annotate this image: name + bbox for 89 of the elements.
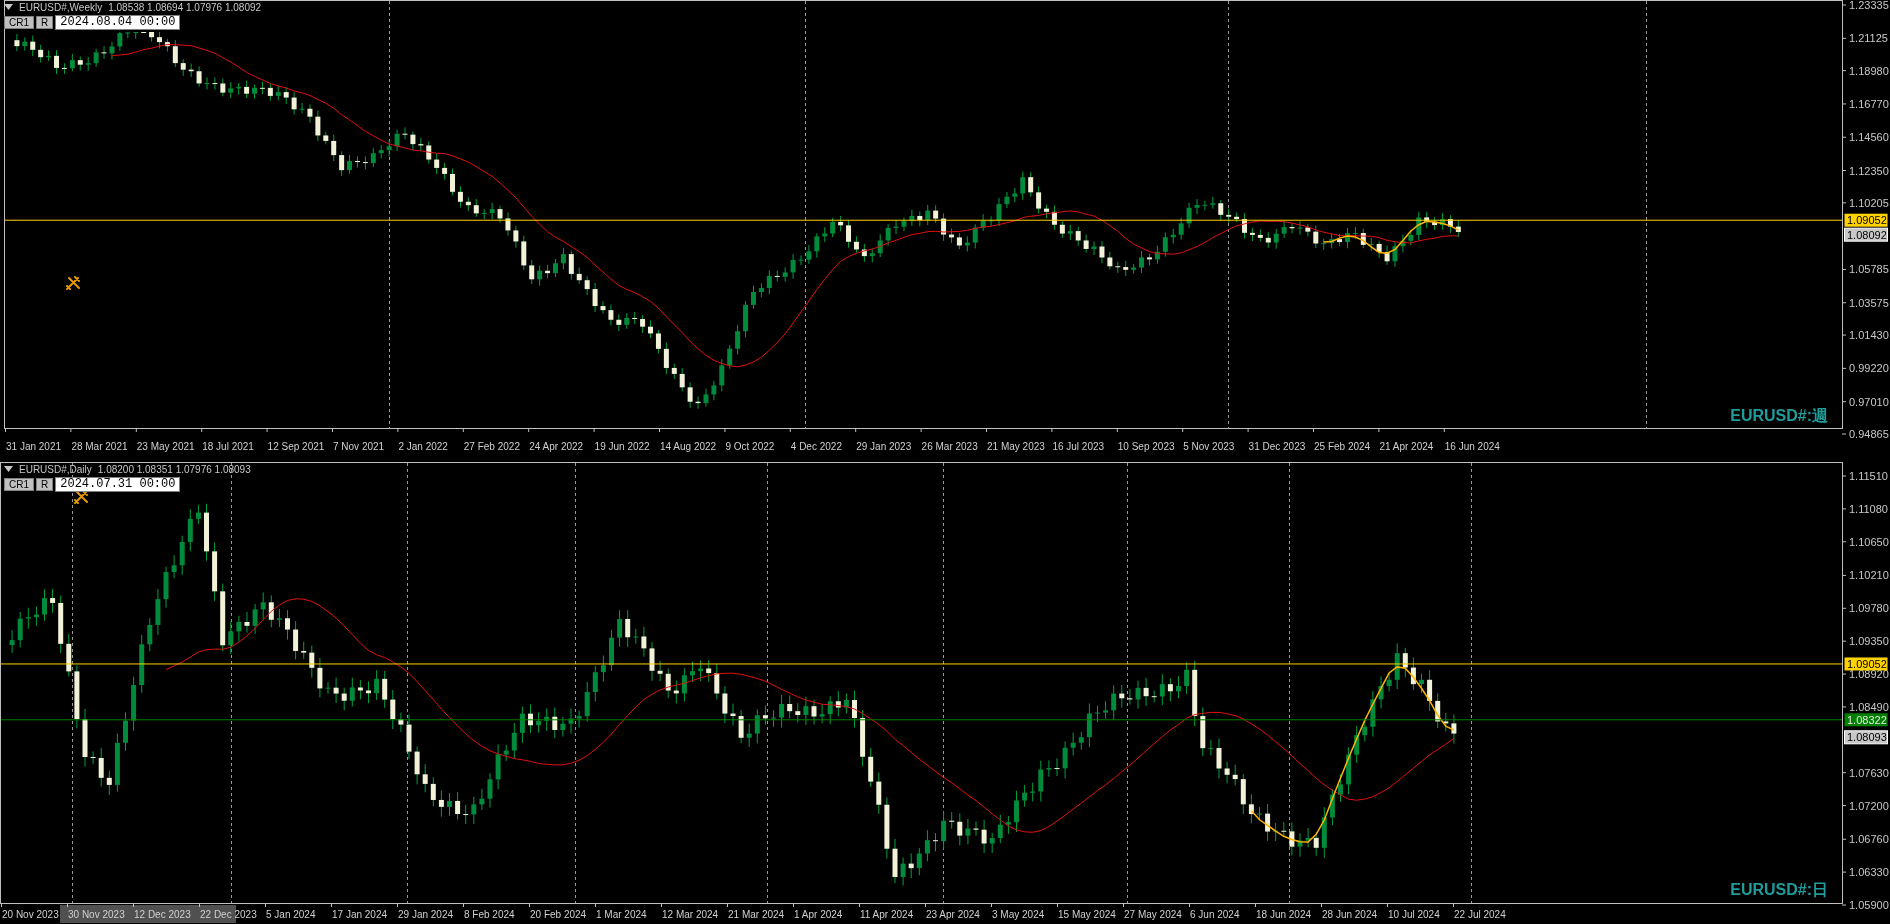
date-label: 8 Feb 2024 — [464, 909, 515, 920]
date-label: 22 Jul 2024 — [1454, 909, 1506, 920]
date-label: 23 Apr 2024 — [926, 909, 980, 920]
date-label: 27 Feb 2022 — [463, 441, 520, 452]
date-label: 20 Nov 2023 — [2, 909, 59, 920]
date-label: 25 Feb 2024 — [1314, 441, 1371, 452]
price-label: 1.08490 — [1849, 700, 1889, 713]
price-label: 1.08920 — [1849, 668, 1889, 681]
date-label: 6 Jun 2024 — [1190, 909, 1240, 920]
date-label: 1 Apr 2024 — [794, 909, 843, 920]
price-label: 1.14560 — [1849, 131, 1889, 144]
date-label: 27 May 2024 — [1124, 909, 1182, 920]
price-label: 1.01430 — [1849, 329, 1889, 342]
date-label: 9 Oct 2022 — [725, 441, 775, 452]
price-label: 1.10650 — [1849, 535, 1889, 548]
ohlc-values: 1.08538 1.08694 1.07976 1.08092 — [108, 2, 262, 13]
date-label: 3 May 2024 — [992, 909, 1045, 920]
chart-button[interactable]: R — [36, 16, 54, 29]
price-tag: 1.09052 — [1844, 213, 1888, 227]
price-tag: 1.08092 — [1844, 227, 1888, 242]
price-label: 1.09780 — [1849, 602, 1889, 615]
date-label: 18 Jul 2021 — [202, 441, 254, 452]
price-label: 1.09350 — [1849, 635, 1889, 648]
date-label: 17 Jan 2024 — [332, 909, 388, 920]
date-label: 10 Jul 2024 — [1388, 909, 1440, 920]
price-label: 1.23335 — [1849, 0, 1889, 11]
price-label: 1.05785 — [1849, 263, 1889, 276]
price-label: 1.11510 — [1849, 470, 1888, 482]
price-label: 1.05900 — [1849, 899, 1889, 911]
date-label: 16 Jun 2024 — [1444, 441, 1500, 452]
price-label: 1.12350 — [1849, 164, 1889, 177]
date-label: 12 Dec 2023 — [134, 909, 191, 920]
price-label: 0.99220 — [1849, 362, 1889, 375]
date-label: 21 Mar 2024 — [728, 909, 785, 920]
date-label: 29 Jan 2023 — [856, 441, 912, 452]
ohlc-values: 1.08200 1.08351 1.07976 1.08093 — [97, 464, 251, 475]
date-label: 5 Jan 2024 — [266, 909, 316, 920]
price-tag: 1.08093 — [1844, 730, 1888, 745]
date-label: 22 Dec 2023 — [200, 909, 257, 920]
date-label: 11 Apr 2024 — [860, 909, 914, 920]
symbol-timeframe-label: EURUSD#:日 — [1730, 881, 1828, 898]
date-label: 28 Mar 2021 — [71, 441, 128, 452]
date-label: 20 Feb 2024 — [530, 909, 587, 920]
date-field[interactable]: 2024.07.31 00:00 — [55, 477, 181, 492]
date-field[interactable]: 2024.08.04 00:00 — [55, 15, 181, 30]
price-label: 1.06330 — [1849, 866, 1889, 879]
chart-symbol: EURUSD#,Weekly — [19, 2, 103, 13]
date-label: 19 Jun 2022 — [594, 441, 650, 452]
chart-button[interactable]: CR1 — [4, 478, 34, 491]
date-label: 5 Nov 2023 — [1183, 441, 1235, 452]
date-label: 18 Jun 2024 — [1256, 909, 1312, 920]
date-label: 16 Jul 2023 — [1052, 441, 1105, 452]
date-label: 1 Mar 2024 — [596, 909, 647, 920]
price-label: 1.07200 — [1849, 799, 1889, 812]
symbol-timeframe-label: EURUSD#:週 — [1730, 407, 1828, 424]
price-label: 1.11080 — [1849, 502, 1888, 515]
price-label: 1.21125 — [1849, 32, 1888, 45]
date-label: 26 Mar 2023 — [921, 441, 978, 452]
date-label: 4 Dec 2022 — [790, 441, 842, 452]
chart-button[interactable]: CR1 — [4, 16, 34, 29]
chart-symbol: EURUSD#,Daily — [19, 464, 92, 475]
date-label: 23 May 2021 — [136, 441, 195, 452]
price-label: 1.10205 — [1849, 196, 1889, 209]
date-label: 2 Jan 2022 — [398, 441, 448, 452]
date-label: 29 Jan 2024 — [398, 909, 454, 920]
date-label: 30 Nov 2023 — [68, 909, 125, 920]
price-label: 1.18980 — [1849, 64, 1889, 77]
date-label: 31 Dec 2023 — [1248, 441, 1306, 452]
price-tag: 1.09052 — [1844, 657, 1888, 671]
date-label: 28 Jun 2024 — [1322, 909, 1378, 920]
price-label: 0.97010 — [1849, 395, 1889, 408]
price-tag: 1.08322 — [1844, 713, 1888, 727]
date-label: 10 Sep 2023 — [1117, 441, 1175, 452]
date-label: 12 Sep 2021 — [267, 441, 325, 452]
price-label: 1.03575 — [1849, 296, 1889, 309]
price-label: 1.06760 — [1849, 833, 1889, 846]
price-label: 0.94865 — [1849, 428, 1889, 440]
date-label: 12 Mar 2024 — [662, 909, 719, 920]
date-label: 31 Jan 2021 — [6, 441, 62, 452]
date-label: 7 Nov 2021 — [333, 441, 385, 452]
date-label: 15 May 2024 — [1058, 909, 1116, 920]
chart-button[interactable]: R — [36, 478, 54, 491]
price-label: 1.16770 — [1849, 97, 1889, 110]
date-label: 21 Apr 2024 — [1379, 441, 1434, 452]
date-label: 24 Apr 2022 — [529, 441, 584, 452]
date-label: 14 Aug 2022 — [660, 441, 717, 452]
price-label: 1.07630 — [1849, 766, 1889, 779]
date-label: 21 May 2023 — [987, 441, 1045, 452]
price-label: 1.10210 — [1849, 569, 1889, 582]
